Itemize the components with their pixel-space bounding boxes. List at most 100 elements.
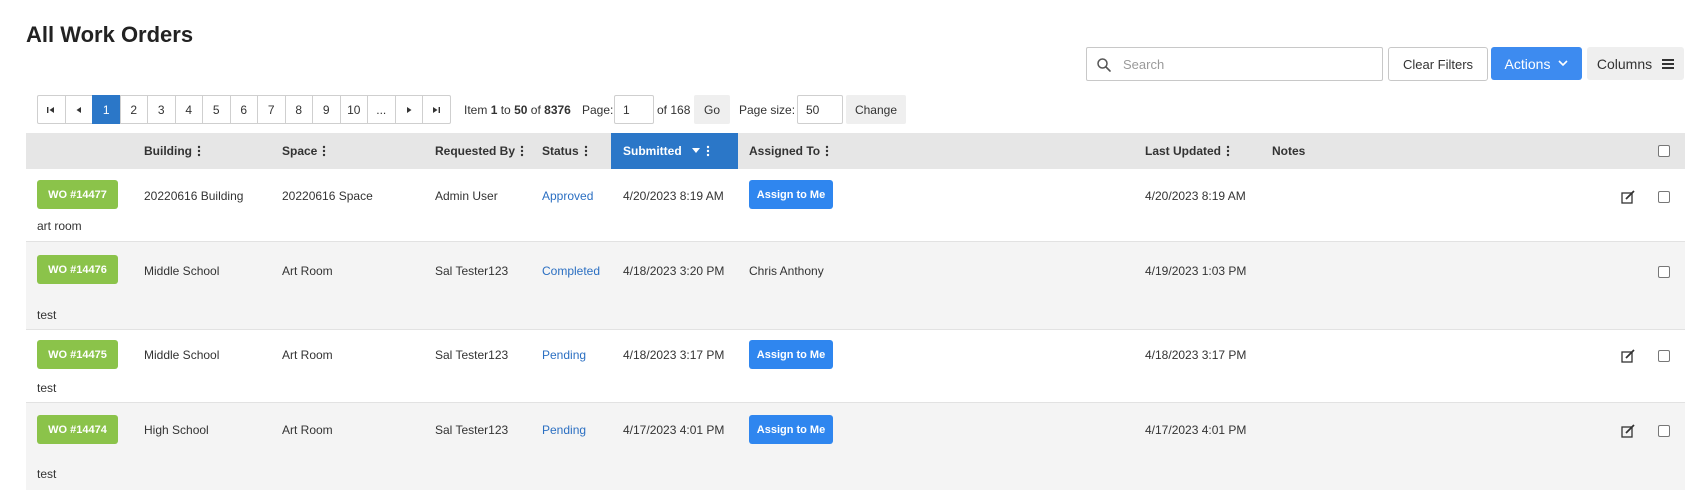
notes-text: test xyxy=(37,308,57,322)
requested-by-cell: Sal Tester123 xyxy=(435,348,509,362)
page-button-10[interactable]: 10 xyxy=(339,95,368,124)
actions-label: Actions xyxy=(1504,55,1551,72)
table-row: WO #14476 Middle School Art Room Sal Tes… xyxy=(26,242,1685,330)
building-cell: High School xyxy=(144,423,209,437)
page-button-8[interactable]: 8 xyxy=(284,95,313,124)
space-cell: Art Room xyxy=(282,348,333,362)
submitted-cell: 4/20/2023 8:19 AM xyxy=(623,189,724,203)
go-button[interactable]: Go xyxy=(694,95,730,124)
column-header-requested-by[interactable]: Requested By xyxy=(435,133,524,169)
search-icon xyxy=(1097,58,1111,72)
assign-to-me-button[interactable]: Assign to Me xyxy=(749,340,833,369)
work-order-badge[interactable]: WO #14477 xyxy=(37,180,118,209)
row-checkbox[interactable] xyxy=(1658,191,1670,203)
column-header-space[interactable]: Space xyxy=(282,133,326,169)
columns-label: Columns xyxy=(1596,55,1653,72)
page-button-7[interactable]: 7 xyxy=(257,95,286,124)
column-menu-icon[interactable] xyxy=(706,145,710,157)
first-page-button[interactable] xyxy=(37,95,66,124)
page-label: Page: xyxy=(582,103,614,117)
page-number-input[interactable] xyxy=(614,95,654,124)
page-button-6[interactable]: 6 xyxy=(229,95,258,124)
submitted-cell: 4/18/2023 3:17 PM xyxy=(623,348,725,362)
column-menu-icon[interactable] xyxy=(197,145,201,157)
requested-by-cell: Sal Tester123 xyxy=(435,264,509,278)
edit-icon[interactable] xyxy=(1620,423,1636,439)
column-header-status[interactable]: Status xyxy=(542,133,588,169)
building-cell: Middle School xyxy=(144,264,220,278)
work-orders-table: Building Space Requested By Status Submi… xyxy=(26,133,1685,490)
edit-icon[interactable] xyxy=(1620,189,1636,205)
work-order-badge[interactable]: WO #14474 xyxy=(37,415,118,444)
sort-desc-icon xyxy=(691,148,700,153)
status-link[interactable]: Pending xyxy=(542,423,586,437)
submitted-cell: 4/18/2023 3:20 PM xyxy=(623,264,725,278)
page-button-more[interactable]: ... xyxy=(367,95,396,124)
page-button-4[interactable]: 4 xyxy=(174,95,203,124)
columns-button[interactable]: Columns xyxy=(1587,47,1684,80)
pager: 1 2 3 4 5 6 7 8 9 10 ... xyxy=(37,95,451,124)
page-total-text: of 168 xyxy=(657,103,691,117)
change-button[interactable]: Change xyxy=(846,95,906,124)
space-cell: Art Room xyxy=(282,423,333,437)
next-page-icon xyxy=(406,106,412,113)
table-row: WO #14475 Middle School Art Room Sal Tes… xyxy=(26,330,1685,403)
page-button-9[interactable]: 9 xyxy=(312,95,341,124)
column-menu-icon[interactable] xyxy=(322,145,326,157)
status-link[interactable]: Completed xyxy=(542,264,600,278)
assign-to-me-button[interactable]: Assign to Me xyxy=(749,415,833,444)
status-link[interactable]: Pending xyxy=(542,348,586,362)
building-cell: Middle School xyxy=(144,348,220,362)
actions-button[interactable]: Actions xyxy=(1491,47,1582,80)
notes-text: art room xyxy=(37,219,82,233)
status-link[interactable]: Approved xyxy=(542,189,593,203)
first-page-icon xyxy=(47,106,55,113)
select-all-checkbox[interactable] xyxy=(1658,145,1670,157)
search-box[interactable] xyxy=(1086,47,1383,81)
column-menu-icon[interactable] xyxy=(1226,145,1230,157)
page-button-1[interactable]: 1 xyxy=(92,95,121,124)
notes-text: test xyxy=(37,381,57,395)
column-menu-icon[interactable] xyxy=(825,145,829,157)
column-header-submitted[interactable]: Submitted xyxy=(611,133,738,169)
column-header-building[interactable]: Building xyxy=(144,133,201,169)
column-header-last-updated[interactable]: Last Updated xyxy=(1145,133,1230,169)
work-order-badge[interactable]: WO #14475 xyxy=(37,340,118,369)
last-updated-cell: 4/18/2023 3:17 PM xyxy=(1145,348,1247,362)
row-checkbox[interactable] xyxy=(1658,425,1670,437)
page-button-5[interactable]: 5 xyxy=(202,95,231,124)
row-checkbox[interactable] xyxy=(1658,266,1670,278)
assign-to-me-button[interactable]: Assign to Me xyxy=(749,180,833,209)
space-cell: Art Room xyxy=(282,264,333,278)
page-button-3[interactable]: 3 xyxy=(147,95,176,124)
next-page-button[interactable] xyxy=(394,95,423,124)
page-size-label: Page size: xyxy=(739,103,796,117)
page-size-input[interactable] xyxy=(797,95,843,124)
notes-text: test xyxy=(37,467,57,481)
clear-filters-button[interactable]: Clear Filters xyxy=(1388,47,1488,81)
last-updated-cell: 4/17/2023 4:01 PM xyxy=(1145,423,1247,437)
column-menu-icon[interactable] xyxy=(584,145,588,157)
last-updated-cell: 4/20/2023 8:19 AM xyxy=(1145,189,1246,203)
search-input[interactable] xyxy=(1123,49,1378,79)
prev-page-icon xyxy=(76,106,81,113)
column-header-assigned-to[interactable]: Assigned To xyxy=(749,133,829,169)
building-cell: 20220616 Building xyxy=(144,189,244,203)
edit-icon[interactable] xyxy=(1620,348,1636,364)
requested-by-cell: Sal Tester123 xyxy=(435,423,509,437)
prev-page-button[interactable] xyxy=(64,95,93,124)
requested-by-cell: Admin User xyxy=(435,189,498,203)
item-range-text: Item 1 to 50 of 8376 xyxy=(464,103,571,117)
menu-icon xyxy=(1662,58,1675,69)
page-button-2[interactable]: 2 xyxy=(119,95,148,124)
column-header-notes[interactable]: Notes xyxy=(1272,133,1305,169)
last-page-icon xyxy=(433,106,441,113)
last-page-button[interactable] xyxy=(422,95,451,124)
table-header: Building Space Requested By Status Submi… xyxy=(26,133,1685,169)
work-order-badge[interactable]: WO #14476 xyxy=(37,255,118,284)
column-menu-icon[interactable] xyxy=(520,145,524,157)
last-updated-cell: 4/19/2023 1:03 PM xyxy=(1145,264,1247,278)
submitted-cell: 4/17/2023 4:01 PM xyxy=(623,423,725,437)
chevron-down-icon xyxy=(1558,60,1569,67)
row-checkbox[interactable] xyxy=(1658,350,1670,362)
